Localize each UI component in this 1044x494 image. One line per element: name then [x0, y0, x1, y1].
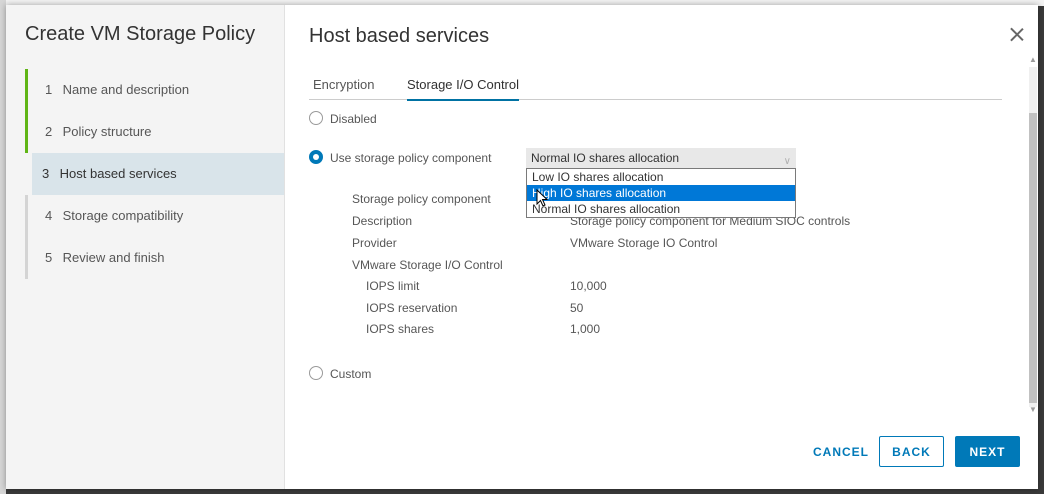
wizard-nav: Create VM Storage Policy 1 Name and desc… — [6, 5, 285, 489]
scrollbar-thumb[interactable] — [1029, 113, 1037, 403]
step-number: 3 — [42, 166, 50, 181]
iops-reservation-value: 50 — [570, 301, 584, 315]
content-scrollbar[interactable]: ▲ ▼ — [1027, 55, 1039, 415]
iops-shares-value: 1,000 — [570, 322, 601, 336]
cancel-button[interactable]: CANCEL — [805, 437, 877, 468]
dropdown-option-low[interactable]: Low IO shares allocation — [527, 169, 795, 185]
close-icon[interactable] — [1007, 25, 1027, 45]
wizard-step-host-based-services[interactable]: 3 Host based services — [32, 153, 284, 195]
iops-limit-label: IOPS limit — [366, 279, 420, 293]
wizard-title: Create VM Storage Policy — [25, 23, 256, 45]
tab-bar: Encryption Storage I/O Control — [309, 75, 1002, 101]
step-label: Storage compatibility — [62, 208, 184, 223]
back-button[interactable]: BACK — [879, 436, 944, 467]
iops-shares-label: IOPS shares — [366, 322, 435, 336]
component-dropdown: Low IO shares allocation High IO shares … — [526, 168, 796, 218]
wizard-step-name-description[interactable]: 1 Name and description — [25, 69, 284, 111]
step-number: 4 — [45, 208, 53, 223]
radio-custom-label: Custom — [330, 367, 372, 381]
step-number: 1 — [45, 82, 53, 97]
wizard-dialog: Create VM Storage Policy 1 Name and desc… — [6, 5, 1038, 489]
step-label: Review and finish — [62, 250, 165, 265]
step-number: 5 — [45, 250, 53, 265]
scroll-up-icon[interactable]: ▲ — [1029, 55, 1037, 64]
scroll-down-icon[interactable]: ▼ — [1029, 405, 1037, 414]
component-select-value: Normal IO shares allocation — [531, 151, 680, 165]
sioc-section-label: VMware Storage I/O Control — [352, 258, 503, 272]
description-label: Description — [352, 214, 413, 228]
dropdown-option-high[interactable]: High IO shares allocation — [527, 185, 795, 201]
wizard-main: Host based services Encryption Storage I… — [285, 5, 1038, 489]
radio-disabled-label: Disabled — [330, 112, 377, 126]
provider-label: Provider — [352, 236, 397, 250]
page-title: Host based services — [309, 25, 490, 47]
radio-use-component-label: Use storage policy component — [330, 151, 492, 165]
dropdown-option-normal[interactable]: Normal IO shares allocation — [527, 201, 795, 217]
tab-encryption[interactable]: Encryption — [313, 77, 374, 99]
component-label: Storage policy component — [352, 192, 491, 206]
provider-value: VMware Storage IO Control — [570, 236, 718, 250]
wizard-steps: 1 Name and description 2 Policy structur… — [25, 69, 284, 279]
component-select[interactable]: Normal IO shares allocation ∨ — [526, 148, 796, 168]
radio-use-component[interactable] — [309, 150, 323, 164]
step-number: 2 — [45, 124, 53, 139]
radio-disabled[interactable] — [309, 111, 323, 125]
tab-storage-io-control[interactable]: Storage I/O Control — [407, 77, 519, 101]
step-label: Name and description — [62, 82, 190, 97]
wizard-step-policy-structure[interactable]: 2 Policy structure — [25, 111, 284, 153]
step-label: Host based services — [59, 166, 177, 181]
next-button[interactable]: NEXT — [955, 436, 1020, 467]
iops-limit-value: 10,000 — [570, 279, 607, 293]
wizard-step-review-finish[interactable]: 5 Review and finish — [25, 237, 284, 279]
wizard-step-storage-compatibility[interactable]: 4 Storage compatibility — [25, 195, 284, 237]
radio-custom[interactable] — [309, 366, 323, 380]
iops-reservation-label: IOPS reservation — [366, 301, 458, 315]
step-label: Policy structure — [62, 124, 152, 139]
